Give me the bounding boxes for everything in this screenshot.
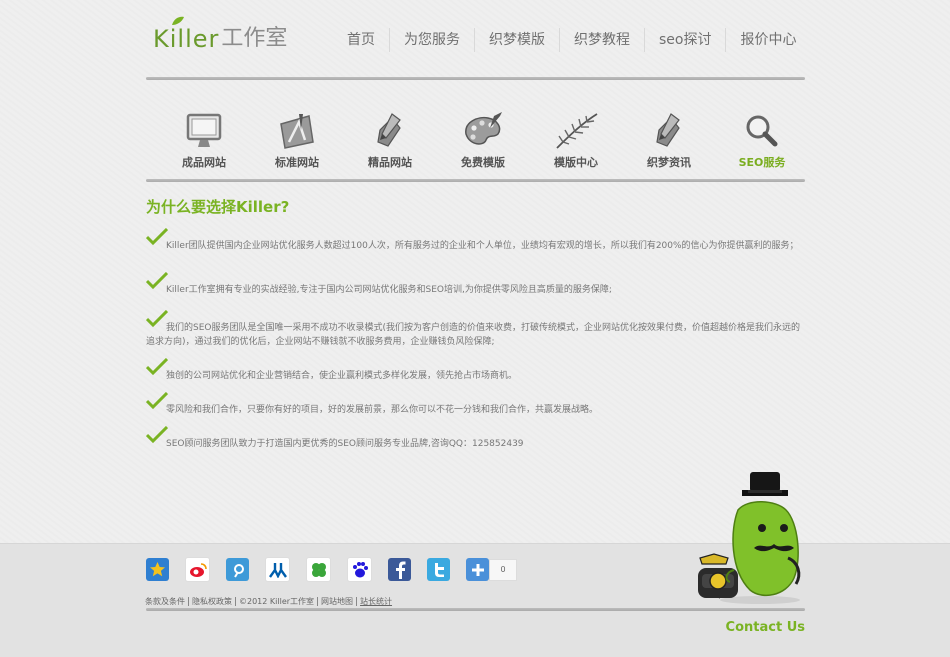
nav-item-templates[interactable]: 织梦模版 <box>474 28 559 52</box>
site-logo[interactable]: Killer 工作室 <box>153 16 288 53</box>
weibo-icon[interactable] <box>185 557 210 582</box>
icon-nav-item-template-center[interactable]: 模版中心 <box>530 112 622 170</box>
nav-item-pricing[interactable]: 报价中心 <box>725 28 810 52</box>
footer-link-terms[interactable]: 条款及条件 <box>145 597 188 606</box>
baidu-icon[interactable] <box>347 557 372 582</box>
icon-nav-item-seo-service[interactable]: SEO服务 <box>716 112 808 170</box>
monitor-icon <box>186 113 222 147</box>
tencent-weibo-icon[interactable] <box>226 558 249 581</box>
twitter-icon[interactable] <box>427 558 450 581</box>
footer-links: 条款及条件 隐私权政策 ©2012 Killer工作室 网站地图 站长统计 <box>145 597 395 606</box>
icon-nav-label: 织梦资讯 <box>647 156 691 169</box>
list-item: 零风险和我们合作，只要你有好的项目，好的发展前景，那么你可以不花一分钱和我们合作… <box>146 392 806 428</box>
icon-nav-divider <box>146 179 805 182</box>
list-item: SEO顾问服务团队致力于打造国内更优秀的SEO顾问服务专业品牌,咨询QQ：125… <box>146 426 806 462</box>
footer-copyright: ©2012 Killer工作室 <box>235 597 317 606</box>
share-count: 0 <box>489 558 517 581</box>
footer-link-privacy[interactable]: 隐私权政策 <box>188 597 235 606</box>
checkmark-icon <box>146 426 168 444</box>
palette-icon <box>465 112 502 145</box>
logo-text-en: Killer <box>153 25 220 53</box>
footer-link-sitemap[interactable]: 网站地图 <box>317 597 356 606</box>
checkmark-icon <box>146 392 168 410</box>
section-heading: 为什么要选择Killer? <box>146 198 290 216</box>
renren-icon[interactable] <box>265 557 290 582</box>
list-item: Killer工作室拥有专业的实战经验,专注于国内公司网站优化服务和SEO培训,为… <box>146 272 806 312</box>
kaixin-icon[interactable] <box>306 557 331 582</box>
icon-nav-label: 精品网站 <box>368 156 412 169</box>
checkmark-icon <box>146 272 168 290</box>
checkmark-icon <box>146 310 168 328</box>
more-share-icon[interactable] <box>466 558 489 581</box>
header-divider <box>146 77 805 80</box>
pen-tablet-icon <box>377 113 401 147</box>
icon-nav-label: 成品网站 <box>182 156 226 169</box>
list-item: 独创的公司网站优化和企业营销结合，使企业赢利模式多样化发展，领先抢占市场商机。 <box>146 358 806 394</box>
nav-item-services[interactable]: 为您服务 <box>389 28 474 52</box>
icon-nav-label: SEO服务 <box>738 156 786 169</box>
icon-nav-label: 标准网站 <box>275 156 319 169</box>
mascot-illustration <box>698 472 801 604</box>
checkmark-icon <box>146 228 168 246</box>
footer-link-stats[interactable]: 站长统计 <box>356 597 395 606</box>
icon-nav-item-free-templates[interactable]: 免费模版 <box>437 112 529 170</box>
qzone-icon[interactable] <box>146 558 169 581</box>
main-nav: 首页 为您服务 织梦模版 织梦教程 seo探讨 报价中心 <box>333 28 810 52</box>
icon-nav-item-finished-sites[interactable]: 成品网站 <box>158 112 250 170</box>
design-tools-icon <box>280 114 314 149</box>
nav-item-home[interactable]: 首页 <box>333 28 389 52</box>
checkmark-icon <box>146 358 168 376</box>
icon-nav-label: 免费模版 <box>461 156 505 169</box>
share-bar: 0 <box>146 557 517 582</box>
nav-item-tutorials[interactable]: 织梦教程 <box>559 28 644 52</box>
contact-us-link[interactable]: Contact Us <box>726 620 805 635</box>
magnifier-icon <box>746 115 778 147</box>
icon-nav-item-dedecms-news[interactable]: 织梦资讯 <box>623 112 715 170</box>
icon-nav-item-standard-sites[interactable]: 标准网站 <box>251 112 343 170</box>
fern-leaf-icon <box>556 113 598 149</box>
list-item: Killer团队提供国内企业网站优化服务人数超过100人次，所有服务过的企业和个… <box>146 228 806 274</box>
list-item: 我们的SEO服务团队是全国唯一采用不成功不收录模式(我们按为客户创造的价值来收费… <box>146 310 806 360</box>
leaf-icon <box>172 16 184 25</box>
nav-item-seo[interactable]: seo探讨 <box>644 28 725 52</box>
icon-nav-label: 模版中心 <box>554 156 598 169</box>
reason-list: Killer团队提供国内企业网站优化服务人数超过100人次，所有服务过的企业和个… <box>146 228 806 462</box>
icon-nav-item-premium-sites[interactable]: 精品网站 <box>344 112 436 170</box>
icon-nav: 成品网站 标准网站 精品网站 免费模版 模版中心 织梦资讯 SEO服务 <box>158 112 808 174</box>
footer-divider <box>146 608 805 611</box>
facebook-icon[interactable] <box>388 558 411 581</box>
logo-text-cn: 工作室 <box>221 26 288 51</box>
pen-tablet-icon <box>656 113 680 147</box>
